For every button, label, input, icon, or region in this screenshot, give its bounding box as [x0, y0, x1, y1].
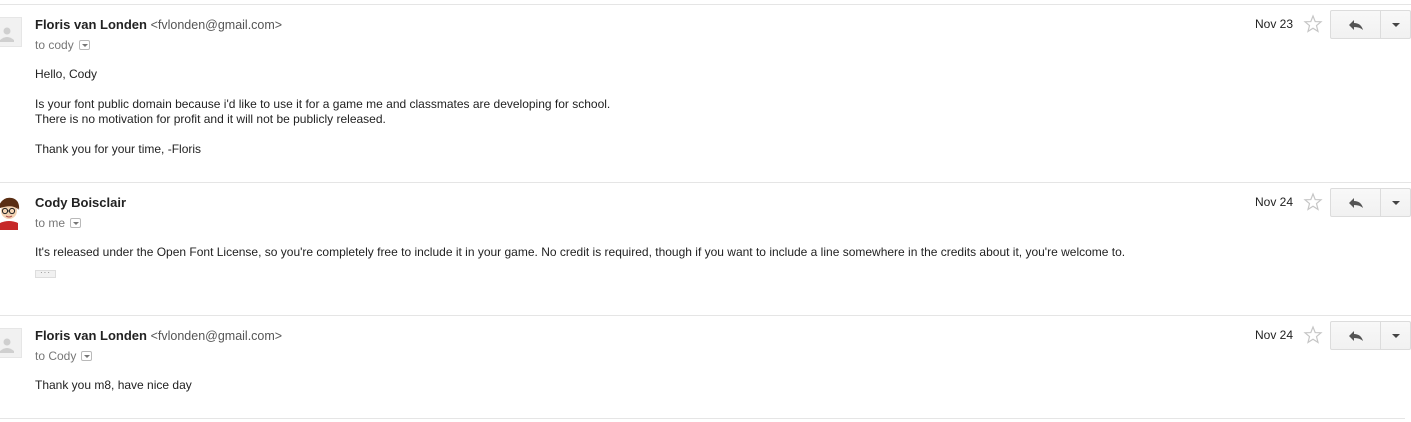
- more-actions-button[interactable]: [1381, 322, 1410, 349]
- sender-name[interactable]: Floris van Londen: [35, 17, 147, 32]
- message-line: It's released under the Open Font Licens…: [35, 245, 1126, 259]
- message-signoff: Thank you for your time, -Floris: [35, 142, 202, 156]
- reply-button-group: [1330, 188, 1411, 217]
- recipient-label: to Cody: [35, 349, 77, 363]
- chevron-down-icon: [1391, 200, 1400, 205]
- more-actions-button[interactable]: [1381, 189, 1410, 216]
- sender-email: <fvlonden@gmail.com>: [150, 329, 283, 343]
- recipient-line: to me: [35, 216, 82, 230]
- cartoon-avatar-icon: [0, 194, 22, 230]
- star-outline-icon[interactable]: [1303, 14, 1323, 34]
- reply-button[interactable]: [1331, 322, 1381, 349]
- recipient-label: to cody: [35, 38, 74, 52]
- message-date[interactable]: Nov 24: [1255, 328, 1293, 342]
- sender[interactable]: Cody Boisclair: [35, 195, 126, 210]
- reply-button-group: [1330, 321, 1411, 350]
- message-divider: [0, 4, 1411, 5]
- sender-name[interactable]: Floris van Londen: [35, 328, 147, 343]
- recipient-line: to cody: [35, 38, 90, 52]
- reply-arrow-icon: [1348, 197, 1363, 208]
- reply-button[interactable]: [1331, 189, 1381, 216]
- chevron-down-icon: [1391, 22, 1400, 27]
- default-person-icon: [0, 328, 22, 358]
- sender-email: <fvlonden@gmail.com>: [150, 18, 283, 32]
- message-divider: [0, 418, 1405, 419]
- show-trimmed-content-button[interactable]: ···: [35, 269, 56, 278]
- recipient-label: to me: [35, 216, 66, 230]
- message-line: There is no motivation for profit and it…: [35, 112, 386, 126]
- message-divider: [0, 182, 1411, 183]
- reply-arrow-icon: [1348, 330, 1363, 341]
- message-line: Is your font public domain because i'd l…: [35, 97, 611, 111]
- show-details-dropdown[interactable]: [81, 350, 93, 361]
- sender[interactable]: Floris van Londen <fvlonden@gmail.com>: [35, 328, 282, 343]
- message-line: Thank you m8, have nice day: [35, 378, 192, 392]
- message-divider: [0, 315, 1411, 316]
- star-outline-icon[interactable]: [1303, 325, 1323, 345]
- default-person-icon: [0, 17, 22, 47]
- reply-button[interactable]: [1331, 11, 1381, 38]
- recipient-line: to Cody: [35, 349, 93, 363]
- message-date[interactable]: Nov 24: [1255, 195, 1293, 209]
- message-greeting: Hello, Cody: [35, 67, 98, 81]
- reply-button-group: [1330, 10, 1411, 39]
- show-details-dropdown[interactable]: [70, 217, 82, 228]
- sender-name[interactable]: Cody Boisclair: [35, 195, 126, 210]
- more-actions-button[interactable]: [1381, 11, 1410, 38]
- chevron-down-icon: [1391, 333, 1400, 338]
- star-outline-icon[interactable]: [1303, 192, 1323, 212]
- reply-arrow-icon: [1348, 19, 1363, 30]
- sender[interactable]: Floris van Londen <fvlonden@gmail.com>: [35, 17, 282, 32]
- message-date[interactable]: Nov 23: [1255, 17, 1293, 31]
- show-details-dropdown[interactable]: [78, 39, 90, 50]
